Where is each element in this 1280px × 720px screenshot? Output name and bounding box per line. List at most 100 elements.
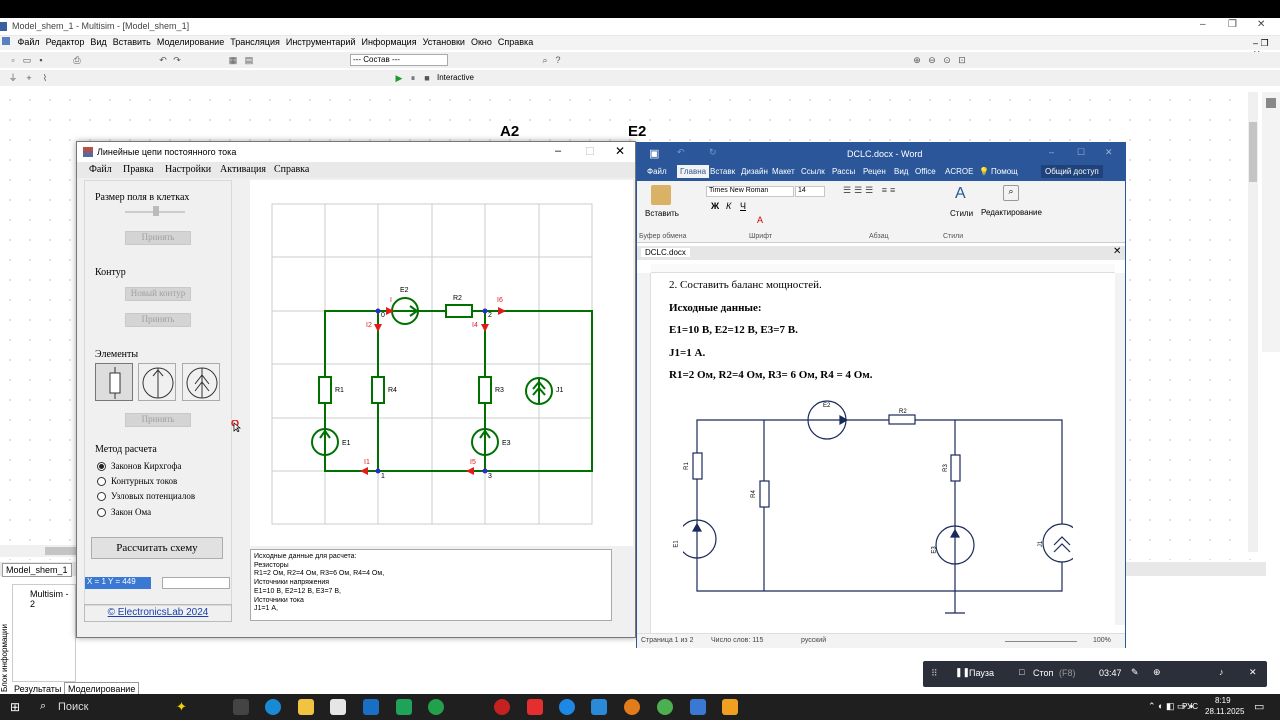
font-size-field[interactable]: 14 [795,186,825,197]
new-contour-button[interactable]: Новый контур [125,287,191,301]
styles-icon[interactable]: A [955,185,973,205]
stop-label[interactable]: Стоп [1033,668,1053,678]
grid-apply-button[interactable]: Принять [125,231,191,245]
menu-options[interactable]: Установки [420,36,468,48]
open-icon[interactable]: ▭ [22,55,32,65]
new-icon[interactable]: ▫ [8,55,18,65]
undo-icon[interactable]: ↶ [158,55,168,65]
tab-model-shem[interactable]: Model_shem_1 [2,563,72,577]
paragraph-controls[interactable]: ☰☰☰ ≡≡ [843,185,943,225]
status-language[interactable]: русский [801,637,826,644]
help-icon[interactable]: ? [553,55,563,65]
stop-icon[interactable]: ■ [422,73,432,83]
app-window-icon[interactable] [690,699,706,715]
pause-icon[interactable]: ❚❚ [955,667,970,678]
ground-icon[interactable]: ⏚ [8,73,18,83]
run-icon[interactable]: ▶ [394,73,404,83]
radio-kirchhoff[interactable] [97,462,106,471]
voltage-source-button[interactable] [138,363,176,401]
status-page[interactable]: Страница 1 из 2 [641,637,693,644]
word-close-icon[interactable]: ✕ [1105,147,1113,158]
app-close-icon[interactable]: ✕ [615,144,625,158]
redo-icon[interactable]: ↷ [172,55,182,65]
elements-apply-button[interactable]: Принять [125,413,191,427]
word-minimize-icon[interactable]: – [1049,147,1054,157]
grid-icon[interactable]: ▦ [228,55,238,65]
notepad-icon[interactable] [330,699,346,715]
maximize-icon[interactable]: ❐ [1228,19,1237,30]
zoom-icon[interactable]: ⊕ [1153,667,1161,678]
word-tab-layout[interactable]: Макет [772,167,795,176]
radio-nodal[interactable] [97,492,106,501]
current-source-button[interactable] [182,363,220,401]
word-tab-acrobat[interactable]: ACROE [945,167,973,176]
keyboard-language[interactable]: РУС [1182,702,1198,711]
output-textbox[interactable]: Исходные данные для расчета: Резисторы R… [250,549,612,621]
print-icon[interactable]: ⎙ [72,55,82,65]
contour-apply-button[interactable]: Принять [125,313,191,327]
resistor-icon[interactable]: ⌇ [40,73,50,83]
zoom-area-icon[interactable]: ⊙ [942,55,952,65]
tab-results[interactable]: Результаты [14,684,61,694]
menu-simulate[interactable]: Моделирование [154,36,227,48]
grid-slider-thumb[interactable] [153,206,159,216]
status-zoom[interactable]: 100% [1093,637,1111,644]
word-tab-file[interactable]: Файл [647,167,667,176]
drag-handle-icon[interactable]: ⠿ [931,668,938,679]
word-help-icon[interactable]: 💡 [979,167,989,176]
recorder-close-icon[interactable]: ✕ [1249,667,1257,678]
component-dropdown[interactable]: --- Состав --- [350,54,448,66]
font-color-button[interactable]: A [757,215,763,225]
stop-square-icon[interactable]: □ [1019,667,1024,677]
recorder-task-icon[interactable] [722,699,738,715]
menu-help[interactable]: Справка [495,36,536,48]
task-view-icon[interactable] [233,699,249,715]
word-page[interactable]: 2. Составить баланс мощностей. Исходные … [653,273,1115,623]
notifications-icon[interactable]: ▭ [1254,700,1264,713]
opera-icon[interactable] [494,699,510,715]
menu-transfer[interactable]: Трансляция [227,36,283,48]
menu-reports[interactable]: Информация [358,36,419,48]
font-name-field[interactable]: Times New Roman [706,186,794,197]
app-menu-file[interactable]: Файл [89,164,112,175]
word-tab-design[interactable]: Дизайн [741,167,768,176]
find-icon[interactable]: ⌕ [1003,185,1019,201]
search-icon[interactable]: ⌕ [540,55,550,65]
app-menu-edit[interactable]: Правка [123,164,154,175]
zoom-in-icon[interactable]: ⊕ [912,55,922,65]
word-tab-home[interactable]: Главна [677,165,710,178]
app-maximize-icon[interactable]: ☐ [585,145,595,158]
app-icon[interactable] [396,699,412,715]
pause-icon[interactable]: ⏸ [408,73,418,83]
table-icon[interactable]: ▤ [244,55,254,65]
word-undo-icon[interactable]: ↶ [677,147,685,158]
styles-label[interactable]: Стили [950,209,973,218]
word-redo-icon[interactable]: ↻ [709,147,717,158]
word-share-button[interactable]: Общий доступ [1041,165,1103,178]
menu-view[interactable]: Вид [87,36,109,48]
word-tab-view[interactable]: Вид [894,167,908,176]
volume-icon[interactable]: ♪ [1219,667,1224,677]
yandex-icon[interactable] [527,699,543,715]
word-tab-references[interactable]: Ссылк [801,167,825,176]
edge-icon[interactable] [265,699,281,715]
explorer-icon[interactable] [298,699,314,715]
menu-editor[interactable]: Редактор [43,36,88,48]
close-icon[interactable]: ✕ [1257,19,1265,30]
horizontal-ruler[interactable] [651,264,1115,273]
zoom-out-icon[interactable]: ⊖ [927,55,937,65]
menu-file[interactable]: Файл [15,36,43,48]
vertical-scrollbar[interactable] [1248,92,1258,552]
menu-insert[interactable]: Вставить [110,36,154,48]
editing-label[interactable]: Редактирование [981,208,1042,217]
copyright-link[interactable]: © ElectronicsLab 2024 [84,604,232,622]
menu-window[interactable]: Окно [468,36,495,48]
app-minimize-icon[interactable]: – [555,145,561,157]
calculate-button[interactable]: Рассчитать схему [91,537,223,559]
taskbar-search[interactable]: Поиск [58,701,88,713]
resistor-element-button[interactable] [95,363,133,401]
multisim-task-icon[interactable] [591,699,607,715]
word-tab-review[interactable]: Рецен [863,167,886,176]
status-words[interactable]: Число слов: 115 [711,637,763,644]
coords-field[interactable]: X = 1 Y = 449 [85,577,151,589]
